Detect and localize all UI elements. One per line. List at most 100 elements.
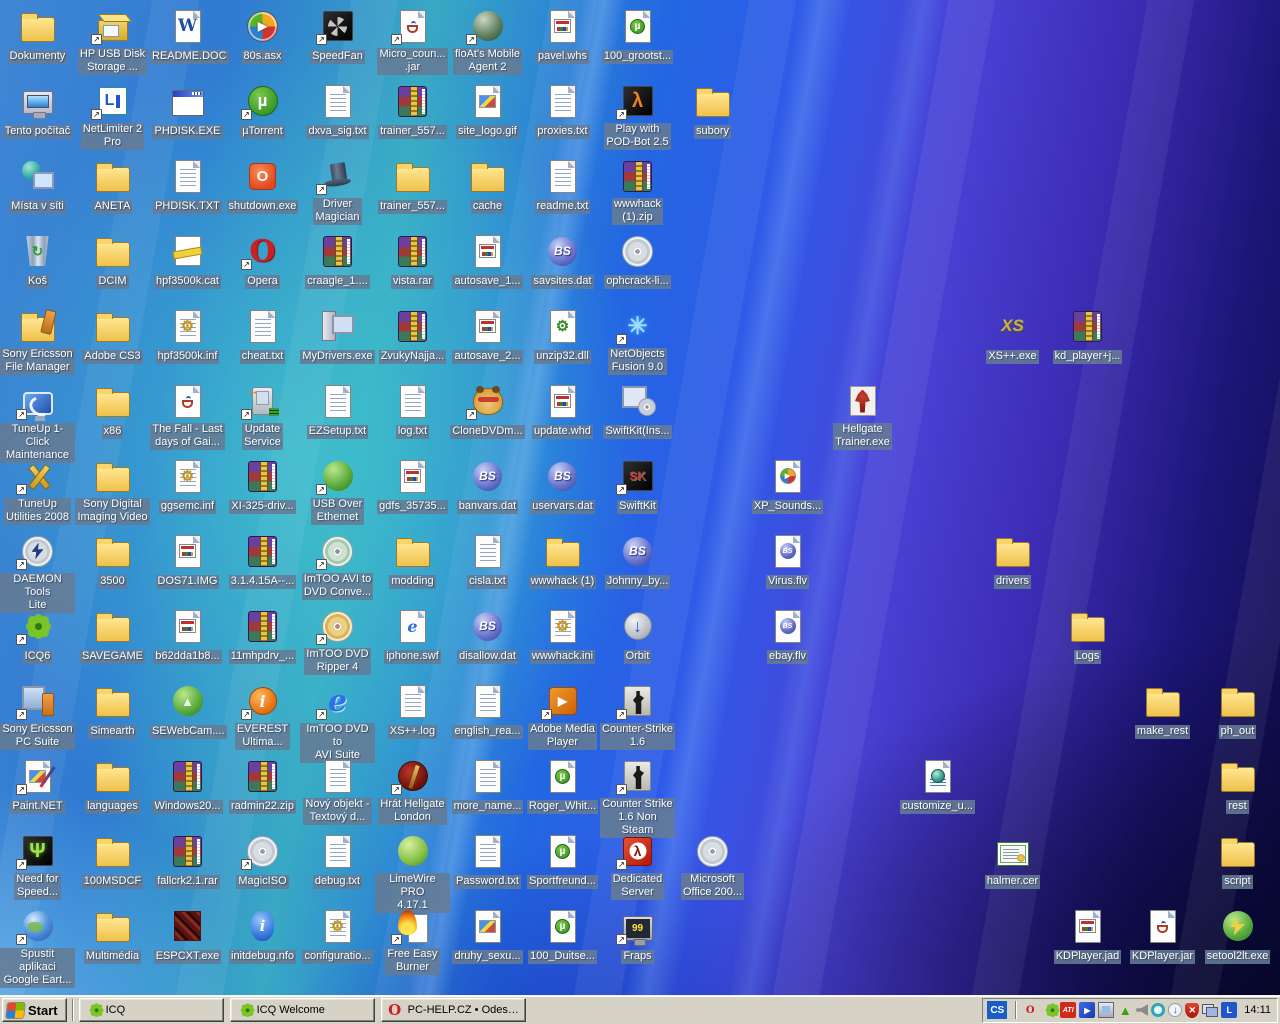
desktop-icon-shutdown-exe[interactable]: Oshutdown.exe <box>225 156 300 214</box>
desktop-icon-sony-digital-imaging-video[interactable]: Sony Digital Imaging Video <box>75 456 150 525</box>
daemon-tools-tray-icon[interactable] <box>1151 1003 1165 1017</box>
desktop-icon-autosave-1[interactable]: autosave_1... <box>450 231 525 289</box>
desktop-icon-languages[interactable]: languages <box>75 756 150 814</box>
desktop-icon-xp-sounds[interactable]: ▶XP_Sounds... <box>750 456 825 514</box>
desktop-icon-fallcrk2-1-rar[interactable]: fallcrk2.1.rar <box>150 831 225 889</box>
desktop-icon-windows20[interactable]: Windows20... <box>150 756 225 814</box>
desktop-icon-ko[interactable]: ↻Koš <box>0 231 75 289</box>
desktop-icon-hpf3500k-inf[interactable]: ⚙hpf3500k.inf <box>150 306 225 364</box>
desktop-icon-trainer-557[interactable]: trainer_557... <box>375 156 450 214</box>
desktop-icon-drivers[interactable]: drivers <box>975 531 1050 589</box>
desktop-icon-modding[interactable]: modding <box>375 531 450 589</box>
desktop-icon-debug-txt[interactable]: debug.txt <box>300 831 375 889</box>
taskbar-button-icq[interactable]: ICQ <box>79 998 224 1022</box>
desktop-icon-m-sta-v-s-ti[interactable]: Místa v síti <box>0 156 75 214</box>
desktop-icon-wwwhack-1-zip[interactable]: wwwhack (1).zip <box>600 156 675 225</box>
desktop-icon-free-easy-burner[interactable]: ↗Free Easy Burner <box>375 906 450 975</box>
desktop-icon-sony-ericsson-pc-suite[interactable]: ↗Sony Ericsson PC Suite <box>0 681 75 750</box>
start-button[interactable]: Start <box>2 998 67 1022</box>
desktop-icon-savegame[interactable]: SAVEGAME <box>75 606 150 664</box>
desktop-icon-make-rest[interactable]: make_rest <box>1125 681 1200 739</box>
desktop-icon-imtoo-avi-to-dvd-conve[interactable]: ↗ImTOO AVI to DVD Conve... <box>300 531 375 600</box>
desktop-icon-simearth[interactable]: Simearth <box>75 681 150 739</box>
desktop-icon-wwwhack-ini[interactable]: ⚙wwwhack.ini <box>525 606 600 664</box>
desktop-icon-11mhpdrv[interactable]: 11mhpdrv_... <box>225 606 300 664</box>
desktop-icon-hr-t-hellgate-london[interactable]: ↗Hrát Hellgate London <box>375 756 450 825</box>
desktop-icon-gdfs-35735[interactable]: gdfs_35735... <box>375 456 450 514</box>
desktop-icon-iphone-swf[interactable]: eiphone.swf <box>375 606 450 664</box>
desktop-icon-b62dda1b8[interactable]: b62dda1b8... <box>150 606 225 664</box>
desktop-icon-multim-dia[interactable]: Multimédia <box>75 906 150 964</box>
desktop-icon-halmer-cer[interactable]: halmer.cer <box>975 831 1050 889</box>
desktop-icon-ebay-flv[interactable]: BSebay.flv <box>750 606 825 664</box>
desktop-icon-paint-net[interactable]: ↗Paint.NET <box>0 756 75 814</box>
network-activity-tray-icon[interactable]: ▲ <box>1117 1002 1133 1018</box>
desktop-icon-counter-strike-1-6[interactable]: ↗Counter-Strike 1.6 <box>600 681 675 750</box>
desktop-icon-sportfreund[interactable]: µSportfreund... <box>525 831 600 889</box>
desktop-icon-ph-out[interactable]: ph_out <box>1200 681 1275 739</box>
desktop-icon-netlimiter-2-pro[interactable]: L↗NetLimiter 2 Pro <box>75 81 150 150</box>
desktop-icon-xi-325-driv[interactable]: XI-325-driv... <box>225 456 300 514</box>
desktop-icon-float-s-mobile-agent-2[interactable]: ↗floAt's Mobile Agent 2 <box>450 6 525 75</box>
desktop-icon-logs[interactable]: Logs <box>1050 606 1125 664</box>
desktop-icon-english-rea[interactable]: english_rea... <box>450 681 525 739</box>
desktop-icon-update-whd[interactable]: update.whd <box>525 381 600 439</box>
desktop-icon-magiciso[interactable]: ↗MagicISO <box>225 831 300 889</box>
desktop-icon-imtoo-dvd-to-avi-suite[interactable]: e↗ImTOO DVD to AVI Suite <box>300 681 375 763</box>
icq-tray-icon[interactable] <box>1041 1002 1057 1018</box>
desktop-surface[interactable]: Dokumenty↗HP USB Disk Storage ...WREADME… <box>0 0 1280 995</box>
desktop-icon-tuneup-1-click-maintenance[interactable]: ↗TuneUp 1-Click Maintenance <box>0 381 75 463</box>
desktop-icon-speedfan[interactable]: ↗SpeedFan <box>300 6 375 64</box>
desktop-icon-icq6[interactable]: ↗ICQ6 <box>0 606 75 664</box>
desktop-icon-swiftkit[interactable]: SK↗SwiftKit <box>600 456 675 514</box>
desktop-icon-cache[interactable]: cache <box>450 156 525 214</box>
desktop-icon-hpf3500k-cat[interactable]: hpf3500k.cat <box>150 231 225 289</box>
desktop-icon-ggsemc-inf[interactable]: ⚙ggsemc.inf <box>150 456 225 514</box>
desktop-icon-banvars-dat[interactable]: BSbanvars.dat <box>450 456 525 514</box>
desktop-icon-orbit[interactable]: ↓Orbit <box>600 606 675 664</box>
desktop-icon-counter-strike-1-6-non-steam[interactable]: ↗Counter Strike 1.6 Non Steam <box>600 756 675 838</box>
desktop-icon-sony-ericsson-file-manager[interactable]: Sony Ericsson File Manager <box>0 306 75 375</box>
desktop-icon-xs-log[interactable]: XS++.log <box>375 681 450 739</box>
desktop-icon-torrent[interactable]: µ↗µTorrent <box>225 81 300 139</box>
desktop-icon-opera[interactable]: O↗Opera <box>225 231 300 289</box>
desktop-icon-daemon-tools-lite[interactable]: ↗DAEMON Tools Lite <box>0 531 75 613</box>
desktop-icon-limewire-pro-4-17-1[interactable]: LimeWire PRO 4.17.1 <box>375 831 450 913</box>
desktop-icon-usb-over-ethernet[interactable]: ↗USB Over Ethernet <box>300 456 375 525</box>
desktop-icon-vista-rar[interactable]: vista.rar <box>375 231 450 289</box>
taskbar-button-icq-welcome[interactable]: ICQ Welcome <box>230 998 375 1022</box>
desktop-icon-adobe-media-player[interactable]: ▶↗Adobe Media Player <box>525 681 600 750</box>
desktop-icon-site-logo-gif[interactable]: site_logo.gif <box>450 81 525 139</box>
desktop-icon-readme-txt[interactable]: readme.txt <box>525 156 600 214</box>
desktop-icon-virus-flv[interactable]: BSVirus.flv <box>750 531 825 589</box>
desktop-icon-espcxt-exe[interactable]: ESPCXT.exe <box>150 906 225 964</box>
desktop-icon-dos71-img[interactable]: DOS71.IMG <box>150 531 225 589</box>
desktop-icon-the-fall-last-days-of-gai[interactable]: The Fall - Last days of Gai... <box>150 381 225 450</box>
desktop-icon-craagle-1[interactable]: craagle_1.... <box>300 231 375 289</box>
taskbar-button-pc-help-cz-odeslat-o[interactable]: OPC-HELP.CZ • Odeslat o... <box>381 998 526 1022</box>
desktop-icon-uservars-dat[interactable]: BSuservars.dat <box>525 456 600 514</box>
desktop-icon-cisla-txt[interactable]: cisla.txt <box>450 531 525 589</box>
desktop-icon-80s-asx[interactable]: ▶80s.asx <box>225 6 300 64</box>
desktop-icon-play-with-pod-bot-2-5[interactable]: λ↗Play with POD-Bot 2.5 <box>600 81 675 150</box>
security-alert-tray-icon[interactable]: ✕ <box>1185 1003 1199 1018</box>
desktop-icon-setool2lt-exe[interactable]: setool2lt.exe <box>1200 906 1275 964</box>
desktop-icon-pavel-whs[interactable]: pavel.whs <box>525 6 600 64</box>
desktop-icon-kd-player-j[interactable]: kd_player+j... <box>1050 306 1125 364</box>
desktop-icon-100-duitse[interactable]: µ100_Duitse... <box>525 906 600 964</box>
desktop-icon-johnny-by[interactable]: BSJohnny_by... <box>600 531 675 589</box>
desktop-icon-phdisk-txt[interactable]: PHDISK.TXT <box>150 156 225 214</box>
desktop-icon-druhy-sexu[interactable]: druhy_sexu... <box>450 906 525 964</box>
desktop-icon-3500[interactable]: 3500 <box>75 531 150 589</box>
keyboard-layout-indicator[interactable]: CS <box>987 1001 1007 1019</box>
desktop-icon-spustit-aplikaci-google-eart[interactable]: ↗Spustit aplikaci Google Eart... <box>0 906 75 988</box>
display-settings-tray-icon[interactable] <box>1098 1002 1114 1018</box>
desktop-icon-update-service[interactable]: →↗Update Service <box>225 381 300 450</box>
desktop-icon-kdplayer-jar[interactable]: KDPlayer.jar <box>1125 906 1200 964</box>
opera-tray-icon[interactable]: O <box>1022 1002 1038 1018</box>
desktop-icon-tento-po-ta[interactable]: Tento počítač <box>0 81 75 139</box>
desktop-icon-adobe-cs3[interactable]: Adobe CS3 <box>75 306 150 364</box>
desktop-icon-dedicated-server[interactable]: λ↗Dedicated Server <box>600 831 675 900</box>
desktop-icon-ezsetup-txt[interactable]: EZSetup.txt <box>300 381 375 439</box>
desktop-icon-kdplayer-jad[interactable]: KDPlayer.jad <box>1050 906 1125 964</box>
